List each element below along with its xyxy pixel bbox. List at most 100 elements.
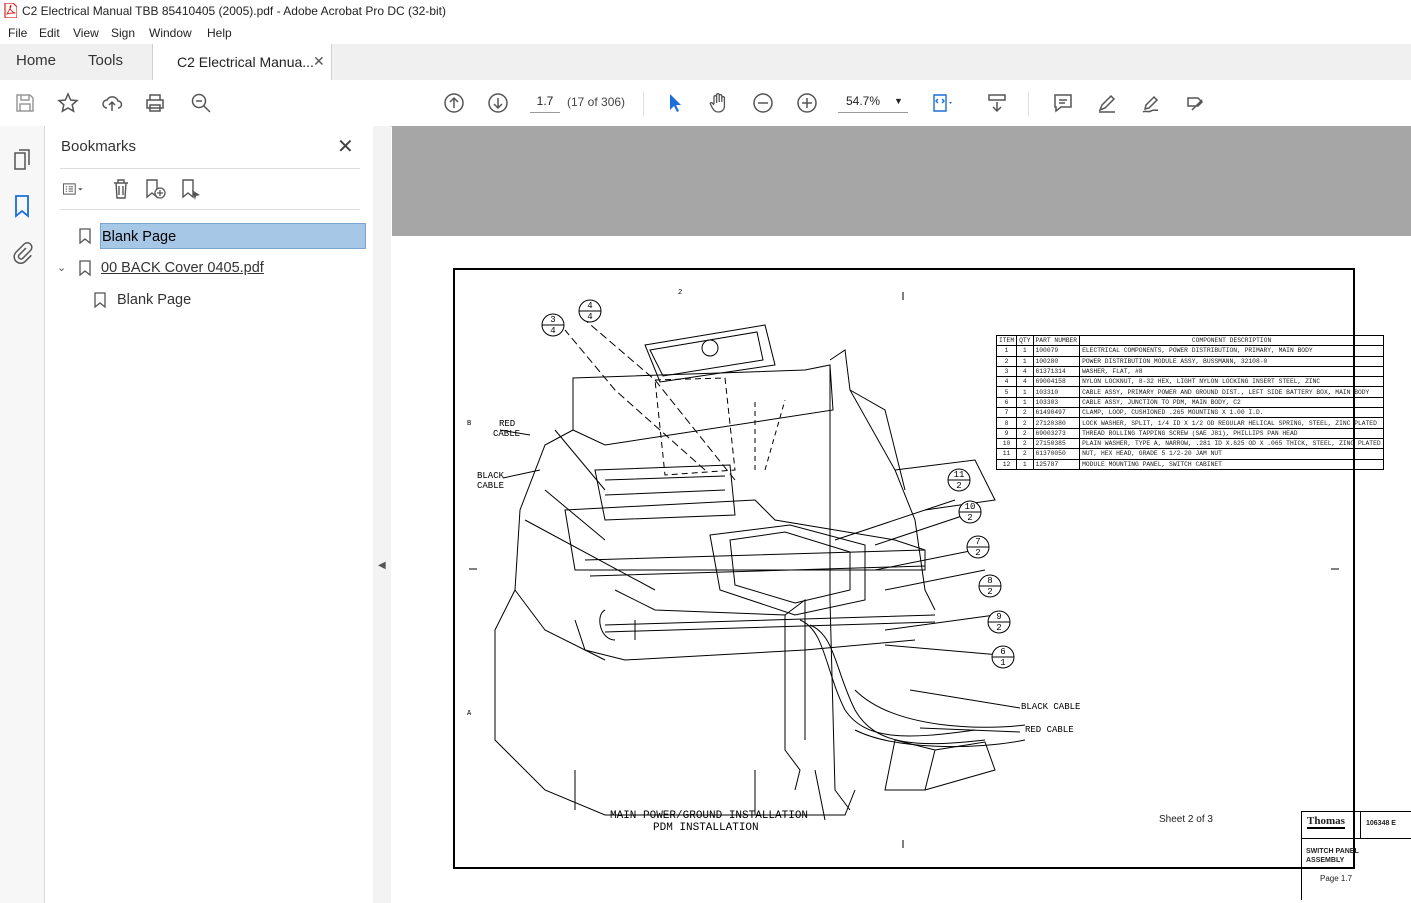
menu-window[interactable]: Window xyxy=(149,26,192,40)
parts-cell: 103303 xyxy=(1032,396,1081,409)
highlight-pen-icon[interactable] xyxy=(1096,92,1118,114)
parts-cell: 2 xyxy=(1016,427,1034,439)
parts-row: 10 2 27150385 PLAIN WASHER, TYPE A, NARROW,… xyxy=(995,437,1384,450)
print-icon[interactable] xyxy=(144,92,166,114)
parts-cell: 4 xyxy=(995,376,1018,388)
bookmark-label: Blank Page xyxy=(100,223,366,249)
svg-text:7: 7 xyxy=(975,537,980,547)
black-cable-label: BLACK xyxy=(477,471,505,481)
fit-page-icon[interactable] xyxy=(931,92,953,114)
attachments-icon[interactable] xyxy=(11,240,33,264)
zoom-out-icon[interactable] xyxy=(752,92,774,114)
parts-cell: WASHER, FLAT, #8 xyxy=(1079,365,1384,378)
drawing-caption: MAIN POWER/GROUND INSTALLATION xyxy=(610,810,809,822)
parts-cell: 103310 xyxy=(1032,386,1081,398)
bookmark-panel-icon[interactable] xyxy=(13,194,31,218)
document-viewer[interactable]: 44 34 11 2 10 2 72 82 92 61 2 B A RED CABL… xyxy=(392,126,1411,903)
black-cable-label: CABLE xyxy=(477,481,505,491)
close-tab-icon[interactable]: ✕ xyxy=(313,53,325,70)
previous-page-icon[interactable] xyxy=(443,92,465,114)
left-navigation-rail xyxy=(0,126,45,903)
red-cable-label: CABLE xyxy=(493,429,521,439)
collapse-panel-button[interactable]: ◀ xyxy=(373,126,391,903)
parts-cell: PLAIN WASHER, TYPE A, NARROW, .281 ID X.… xyxy=(1079,437,1384,450)
toolbar-divider xyxy=(1028,92,1029,116)
fill-sign-icon[interactable] xyxy=(1184,92,1206,114)
zone-label: 2 xyxy=(678,289,683,297)
toolbar-divider xyxy=(643,92,644,116)
tab-document-label: C2 Electrical Manua... xyxy=(177,54,314,70)
parts-cell: 3 xyxy=(995,365,1018,378)
parts-cell: 100280 xyxy=(1032,355,1081,367)
red-cable-label: RED CABLE xyxy=(1025,725,1074,735)
drawing-number: 106348 E xyxy=(1366,820,1396,827)
menu-view[interactable]: View xyxy=(73,26,99,40)
drawing-caption: PDM INSTALLATION xyxy=(653,822,759,834)
chevron-down-icon[interactable]: ⌄ xyxy=(57,255,66,281)
parts-cell: 100079 xyxy=(1032,345,1081,357)
drawing-title: ASSEMBLY xyxy=(1306,857,1345,864)
parts-cell: POWER DISTRIBUTION MODULE ASSY, BUSSMANN… xyxy=(1079,355,1384,367)
menu-help[interactable]: Help xyxy=(207,26,232,40)
title-block: Thomas 106348 E SWITCH PANEL ASSEMBLY xyxy=(1301,811,1411,900)
hand-tool-icon[interactable] xyxy=(708,92,730,114)
expand-bookmark-icon[interactable] xyxy=(180,178,202,200)
options-menu-icon[interactable] xyxy=(62,178,84,200)
bookmark-icon xyxy=(79,260,91,276)
parts-cell: 27120380 xyxy=(1032,417,1081,429)
zoom-level-select[interactable]: 54.7% ▼ xyxy=(838,90,908,113)
tab-document[interactable]: C2 Electrical Manua... ✕ xyxy=(152,44,332,80)
find-icon[interactable] xyxy=(190,92,212,114)
comment-icon[interactable] xyxy=(1052,92,1074,114)
parts-cell: 2 xyxy=(1016,437,1034,450)
page-number-input[interactable]: 1.7 xyxy=(530,90,560,113)
bookmark-item-blank-page[interactable]: Blank Page xyxy=(69,223,367,249)
menu-edit[interactable]: Edit xyxy=(39,26,60,40)
parts-cell: 1 xyxy=(1016,345,1034,357)
parts-row: 7 2 61490497 CLAMP, LOOP, CUSHIONED .265 MO… xyxy=(995,407,1384,419)
bookmark-item-back-cover[interactable]: ⌄ 00 BACK Cover 0405.pdf xyxy=(55,255,367,281)
star-icon[interactable] xyxy=(57,92,79,114)
drawing-title: SWITCH PANEL xyxy=(1306,848,1359,855)
parts-row: 12 1 125787 MODULE MOUNTING PANEL, SWITCH C… xyxy=(995,458,1384,470)
bookmark-icon xyxy=(94,292,106,308)
company-logo: Thomas xyxy=(1302,812,1361,839)
next-page-icon[interactable] xyxy=(487,92,509,114)
select-tool-icon[interactable] xyxy=(664,92,686,114)
balloon-10-2: 102 xyxy=(958,500,982,524)
scroll-mode-icon[interactable] xyxy=(986,92,1008,114)
save-icon[interactable] xyxy=(14,92,36,114)
tab-bar: Home Tools C2 Electrical Manua... ✕ xyxy=(0,44,1411,81)
drawing-frame: 44 34 11 2 10 2 72 82 92 61 2 B A RED CABL… xyxy=(453,268,1411,900)
bookmark-item-blank-page-child[interactable]: Blank Page xyxy=(85,287,367,313)
parts-cell: 2 xyxy=(1016,407,1034,419)
parts-cell: 1 xyxy=(1016,396,1034,409)
svg-text:10: 10 xyxy=(965,502,976,512)
menu-file[interactable]: File xyxy=(8,26,27,40)
menu-bar: File Edit View Sign Window Help xyxy=(0,22,1411,44)
delete-icon[interactable] xyxy=(110,178,132,200)
svg-text:4: 4 xyxy=(550,326,555,336)
svg-text:2: 2 xyxy=(967,513,972,523)
svg-text:11: 11 xyxy=(954,470,965,480)
parts-row: 11 2 61370050 NUT, HEX HEAD, GRADE 5 1/2-20… xyxy=(995,448,1384,460)
zone-label: A xyxy=(467,710,472,718)
pdf-file-icon xyxy=(4,3,17,18)
parts-cell: 1 xyxy=(995,345,1018,357)
tab-home[interactable]: Home xyxy=(16,52,56,69)
zoom-in-icon[interactable] xyxy=(796,92,818,114)
tab-tools[interactable]: Tools xyxy=(88,52,123,69)
title-bar: C2 Electrical Manual TBB 85410405 (2005)… xyxy=(0,0,1411,22)
bookmarks-title: Bookmarks xyxy=(61,138,137,155)
new-bookmark-icon[interactable] xyxy=(144,178,166,200)
parts-cell: NYLON LOCKNUT, 8-32 HEX, LIGHT NYLON LOC… xyxy=(1079,376,1384,388)
balloon-9-2: 92 xyxy=(987,610,1011,634)
draw-icon[interactable] xyxy=(1140,92,1162,114)
close-icon[interactable]: ✕ xyxy=(337,134,354,159)
parts-cell: 1 xyxy=(1016,386,1034,398)
upload-icon[interactable] xyxy=(101,92,123,114)
bookmark-label: 00 BACK Cover 0405.pdf xyxy=(101,260,264,276)
svg-text:4: 4 xyxy=(587,301,592,311)
menu-sign[interactable]: Sign xyxy=(111,26,135,40)
page-thumbnails-icon[interactable] xyxy=(11,148,33,172)
